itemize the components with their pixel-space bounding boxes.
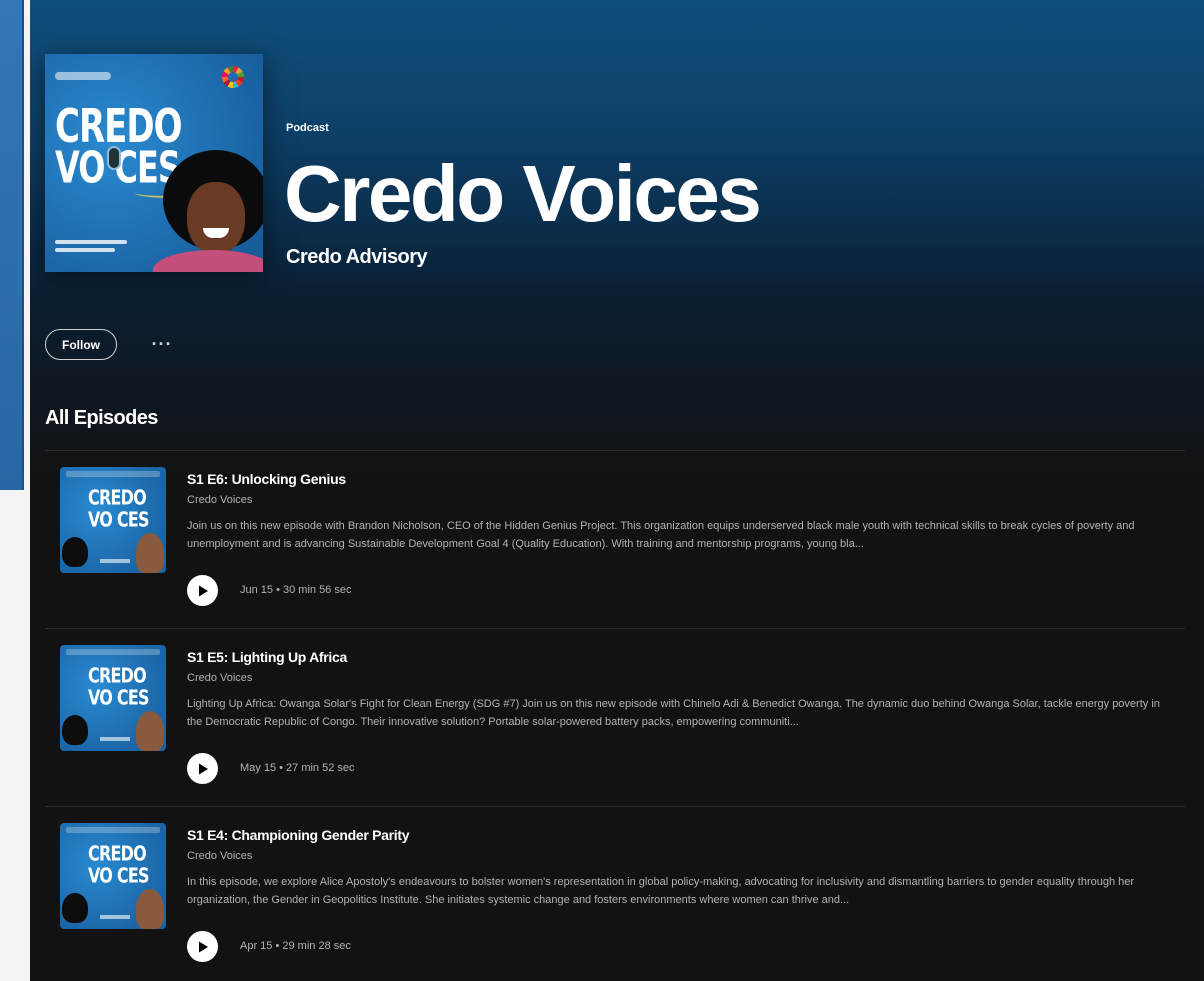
- episode-meta: May 15 • 27 min 52 sec: [240, 762, 355, 774]
- play-icon: [198, 763, 208, 774]
- thumb-title-line2: VO CES: [88, 507, 149, 532]
- thumb-title-line2: VO CES: [88, 863, 149, 888]
- episode-description: Lighting Up Africa: Owanga Solar's Fight…: [187, 698, 1160, 728]
- podcast-page: CREDO VO CES Podcast Credo Voices Credo …: [30, 0, 1204, 981]
- more-options-icon[interactable]: ···: [146, 332, 178, 356]
- background-window-edge: [0, 0, 22, 490]
- play-icon: [198, 585, 208, 596]
- microphone-icon: [107, 146, 121, 170]
- thumb-guest-portrait: [136, 889, 164, 929]
- host-portrait-face: [187, 182, 245, 254]
- host-portrait-shirt: [153, 250, 263, 272]
- thumb-host-portrait: [62, 537, 88, 567]
- episode-thumbnail: CREDO VO CES: [60, 645, 166, 751]
- episode-show-name[interactable]: Credo Voices: [187, 494, 252, 506]
- episode-description: Join us on this new episode with Brandon…: [187, 520, 1135, 550]
- thumb-host-portrait: [62, 893, 88, 923]
- thumb-title-line2: VO CES: [88, 685, 149, 710]
- desktop-background: [0, 490, 24, 981]
- episode-show-name[interactable]: Credo Voices: [187, 672, 252, 684]
- episode-thumbnail: CREDO VO CES: [60, 467, 166, 573]
- episode-meta: Jun 15 • 30 min 56 sec: [240, 584, 352, 596]
- brand-logo: [55, 72, 111, 80]
- episode-show-name[interactable]: Credo Voices: [187, 850, 252, 862]
- section-title: All Episodes: [45, 407, 158, 429]
- episode-row[interactable]: CREDO VO CES S1 E5: Lighting Up Africa C…: [45, 629, 1185, 807]
- hero-banner: CREDO VO CES Podcast Credo Voices Credo …: [30, 0, 1204, 300]
- content-type-label: Podcast: [286, 122, 329, 134]
- episode-description: In this episode, we explore Alice Aposto…: [187, 876, 1135, 906]
- thumb-header: [66, 649, 160, 655]
- sdg-wheel-icon: [222, 66, 244, 88]
- thumb-host-portrait: [62, 715, 88, 745]
- play-button[interactable]: [187, 575, 218, 606]
- cover-tagline: [55, 240, 127, 244]
- thumb-header: [66, 827, 160, 833]
- thumb-caption: [100, 737, 130, 741]
- episode-title[interactable]: S1 E5: Lighting Up Africa: [187, 649, 347, 665]
- thumb-title-line1: CREDO: [88, 841, 147, 866]
- podcast-author-link[interactable]: Credo Advisory: [286, 246, 428, 269]
- thumb-guest-portrait: [136, 711, 164, 751]
- cover-tagline-2: [55, 248, 115, 252]
- page-title: Credo Voices: [284, 149, 762, 238]
- play-button[interactable]: [187, 931, 218, 962]
- episode-thumbnail: CREDO VO CES: [60, 823, 166, 929]
- thumb-guest-portrait: [136, 533, 164, 573]
- background-window-border: [22, 0, 24, 490]
- play-button[interactable]: [187, 753, 218, 784]
- episode-title[interactable]: S1 E4: Championing Gender Parity: [187, 827, 410, 843]
- follow-button[interactable]: Follow: [45, 329, 117, 360]
- thumb-title-line1: CREDO: [88, 485, 147, 510]
- play-icon: [198, 941, 208, 952]
- thumb-caption: [100, 915, 130, 919]
- podcast-cover-art: CREDO VO CES: [45, 54, 263, 272]
- thumb-caption: [100, 559, 130, 563]
- episode-row[interactable]: CREDO VO CES S1 E6: Unlocking Genius Cre…: [45, 451, 1185, 629]
- episode-row[interactable]: CREDO VO CES S1 E4: Championing Gender P…: [45, 807, 1185, 981]
- thumb-title-line1: CREDO: [88, 663, 147, 688]
- thumb-header: [66, 471, 160, 477]
- episode-meta: Apr 15 • 29 min 28 sec: [240, 940, 351, 952]
- episode-title[interactable]: S1 E6: Unlocking Genius: [187, 471, 346, 487]
